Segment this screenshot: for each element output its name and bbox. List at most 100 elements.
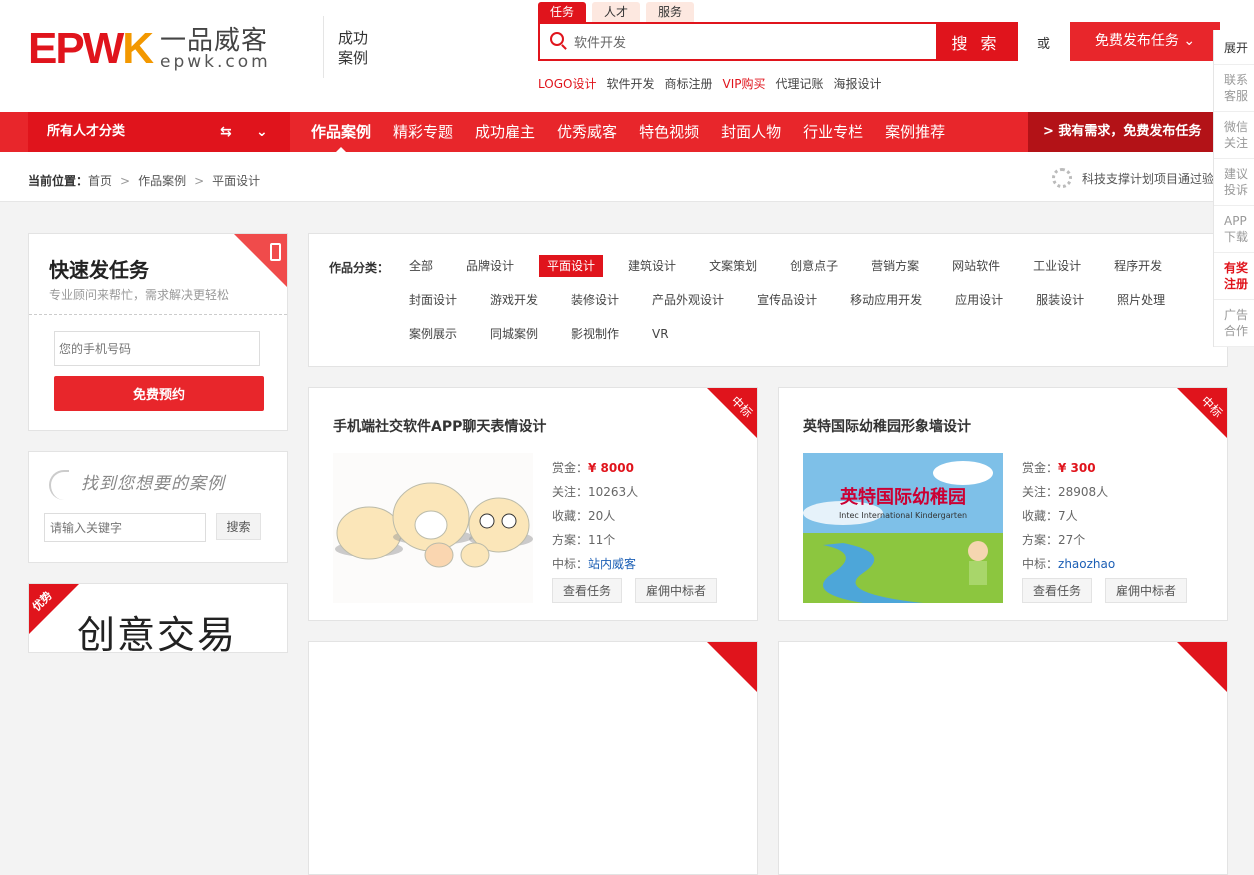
header: EPWK 一品威客epwk.com 成功案例 任务 人才 服务 搜 索 或 免费…	[0, 0, 1254, 112]
find-case-panel: 找到您想要的案例 搜索	[28, 451, 288, 563]
category-item[interactable]: 网站软件	[944, 255, 1008, 277]
phone-icon	[270, 243, 281, 261]
winner-link[interactable]: 站内威客	[588, 557, 636, 571]
post-need-link[interactable]: > 我有需求，免费发布任务	[1028, 112, 1220, 152]
channel-title: 成功案例	[338, 28, 374, 68]
tab-task[interactable]: 任务	[538, 2, 586, 22]
category-item[interactable]: 案例展示	[401, 323, 465, 345]
float-item[interactable]: 微信关注	[1214, 112, 1254, 159]
reward: ¥ 8000	[588, 461, 634, 475]
nav-item[interactable]: 精彩专题	[382, 112, 464, 152]
category-item[interactable]: 品牌设计	[458, 255, 522, 277]
category-item[interactable]: 创意点子	[782, 255, 846, 277]
hire-winner-button[interactable]: 雇佣中标者	[635, 578, 717, 603]
phone-input[interactable]	[54, 331, 260, 366]
tab-talent[interactable]: 人才	[592, 2, 640, 22]
nav-item[interactable]: 特色视频	[628, 112, 710, 152]
category-item[interactable]: 照片处理	[1109, 289, 1173, 311]
breadcrumb: 当前位置：首页>作品案例>平面设计	[28, 172, 260, 189]
advantage-panel: 优势 创意交易	[28, 583, 288, 653]
nav-item[interactable]: 案例推荐	[874, 112, 956, 152]
view-task-button[interactable]: 查看任务	[1022, 578, 1092, 603]
float-item[interactable]: 广告合作	[1214, 300, 1254, 347]
search-box: 搜 索	[538, 22, 1018, 61]
panel-title: 快速发任务	[49, 254, 149, 283]
category-filter: 作品分类： 全部品牌设计平面设计建筑设计文案策划创意点子营销方案网站软件工业设计…	[308, 233, 1228, 367]
case-card	[308, 641, 758, 875]
category-item[interactable]: 同城案例	[482, 323, 546, 345]
keyword-search-button[interactable]: 搜索	[216, 513, 261, 540]
hot-link[interactable]: 商标注册	[664, 75, 712, 92]
notice[interactable]: 科技支撑计划项目通过验收	[1052, 168, 1217, 188]
hot-link[interactable]: 软件开发	[606, 75, 654, 92]
float-item[interactable]: 展开	[1214, 30, 1254, 65]
category-item[interactable]: 应用设计	[947, 289, 1011, 311]
category-item[interactable]: 服装设计	[1028, 289, 1092, 311]
category-item[interactable]: 全部	[401, 255, 441, 277]
category-item[interactable]: 封面设计	[401, 289, 465, 311]
arrow-icon	[49, 470, 69, 500]
view-task-button[interactable]: 查看任务	[552, 578, 622, 603]
publish-task-button[interactable]: 免费发布任务 ⌄	[1070, 22, 1220, 61]
category-item[interactable]: 建筑设计	[620, 255, 684, 277]
keyword-input[interactable]	[44, 513, 206, 542]
breadcrumb-bar: 当前位置：首页>作品案例>平面设计 科技支撑计划项目通过验收	[0, 152, 1254, 202]
category-item[interactable]: 产品外观设计	[644, 289, 732, 311]
quick-task-panel: 快速发任务 专业顾问来帮忙，需求解决更轻松 免费预约	[28, 233, 288, 431]
crumb-home[interactable]: 首页	[88, 174, 112, 188]
all-categories[interactable]: 所有人才分类 ⇆ ⌄	[28, 112, 290, 152]
chevron-down-icon[interactable]: ⌄	[256, 112, 268, 152]
swap-icon[interactable]: ⇆	[220, 112, 232, 152]
case-image[interactable]	[333, 453, 533, 603]
hire-winner-button[interactable]: 雇佣中标者	[1105, 578, 1187, 603]
case-title[interactable]: 手机端社交软件APP聊天表情设计	[333, 416, 546, 436]
nav-item[interactable]: 成功雇主	[464, 112, 546, 152]
logo[interactable]: EPWK 一品威客epwk.com	[28, 24, 271, 74]
free-booking-button[interactable]: 免费预约	[54, 376, 264, 411]
float-item[interactable]: APP下载	[1214, 206, 1254, 253]
category-item[interactable]: 移动应用开发	[842, 289, 930, 311]
case-card: 英特国际幼稚园形象墙设计 中标 英特国际幼稚园Intec Internation…	[778, 387, 1228, 621]
reward: ¥ 300	[1058, 461, 1096, 475]
case-image[interactable]: 英特国际幼稚园 Intec International Kindergarten	[803, 453, 1003, 603]
category-item[interactable]: VR	[644, 323, 677, 345]
hot-link[interactable]: 代理记账	[775, 75, 823, 92]
hot-link[interactable]: VIP购买	[722, 75, 765, 92]
tab-service[interactable]: 服务	[646, 2, 694, 22]
case-card	[778, 641, 1228, 875]
search-icon	[550, 32, 564, 46]
crumb-cases[interactable]: 作品案例	[138, 174, 186, 188]
float-item[interactable]: 有奖注册	[1214, 253, 1254, 300]
case-title[interactable]: 英特国际幼稚园形象墙设计	[803, 416, 971, 436]
winner-link[interactable]: zhaozhao	[1058, 557, 1115, 571]
nav-item[interactable]: 封面人物	[710, 112, 792, 152]
search-button[interactable]: 搜 索	[936, 24, 1016, 59]
floating-sidebar: 展开联系客服微信关注建议投诉APP下载有奖注册广告合作	[1213, 30, 1254, 347]
category-item[interactable]: 游戏开发	[482, 289, 546, 311]
aperture-icon	[1052, 168, 1072, 188]
hot-link[interactable]: LOGO设计	[538, 75, 596, 92]
divider	[323, 16, 324, 78]
nav-item[interactable]: 作品案例	[300, 112, 382, 152]
category-item[interactable]: 营销方案	[863, 255, 927, 277]
float-item[interactable]: 联系客服	[1214, 65, 1254, 112]
float-item[interactable]: 建议投诉	[1214, 159, 1254, 206]
hot-links: LOGO设计软件开发商标注册 VIP购买代理记账海报设计	[538, 75, 882, 92]
category-item[interactable]: 宣传品设计	[749, 289, 825, 311]
nav-item[interactable]: 优秀威客	[546, 112, 628, 152]
or-text: 或	[1037, 33, 1050, 52]
category-item[interactable]: 平面设计	[539, 255, 603, 277]
main-nav: 所有人才分类 ⇆ ⌄ 作品案例精彩专题成功雇主优秀威客特色视频封面人物行业专栏案…	[0, 112, 1254, 152]
category-item[interactable]: 影视制作	[563, 323, 627, 345]
search-input[interactable]	[540, 24, 936, 59]
category-item[interactable]: 程序开发	[1106, 255, 1170, 277]
svg-text:Intec International Kindergart: Intec International Kindergarten	[839, 511, 967, 520]
svg-text:英特国际幼稚园: 英特国际幼稚园	[839, 486, 966, 508]
category-item[interactable]: 装修设计	[563, 289, 627, 311]
hot-link[interactable]: 海报设计	[834, 75, 882, 92]
category-item[interactable]: 工业设计	[1025, 255, 1089, 277]
category-item[interactable]: 文案策划	[701, 255, 765, 277]
search-tabs: 任务 人才 服务	[538, 2, 694, 22]
case-card: 手机端社交软件APP聊天表情设计 中标 赏金：¥ 8000 关注：10263人 …	[308, 387, 758, 621]
nav-item[interactable]: 行业专栏	[792, 112, 874, 152]
